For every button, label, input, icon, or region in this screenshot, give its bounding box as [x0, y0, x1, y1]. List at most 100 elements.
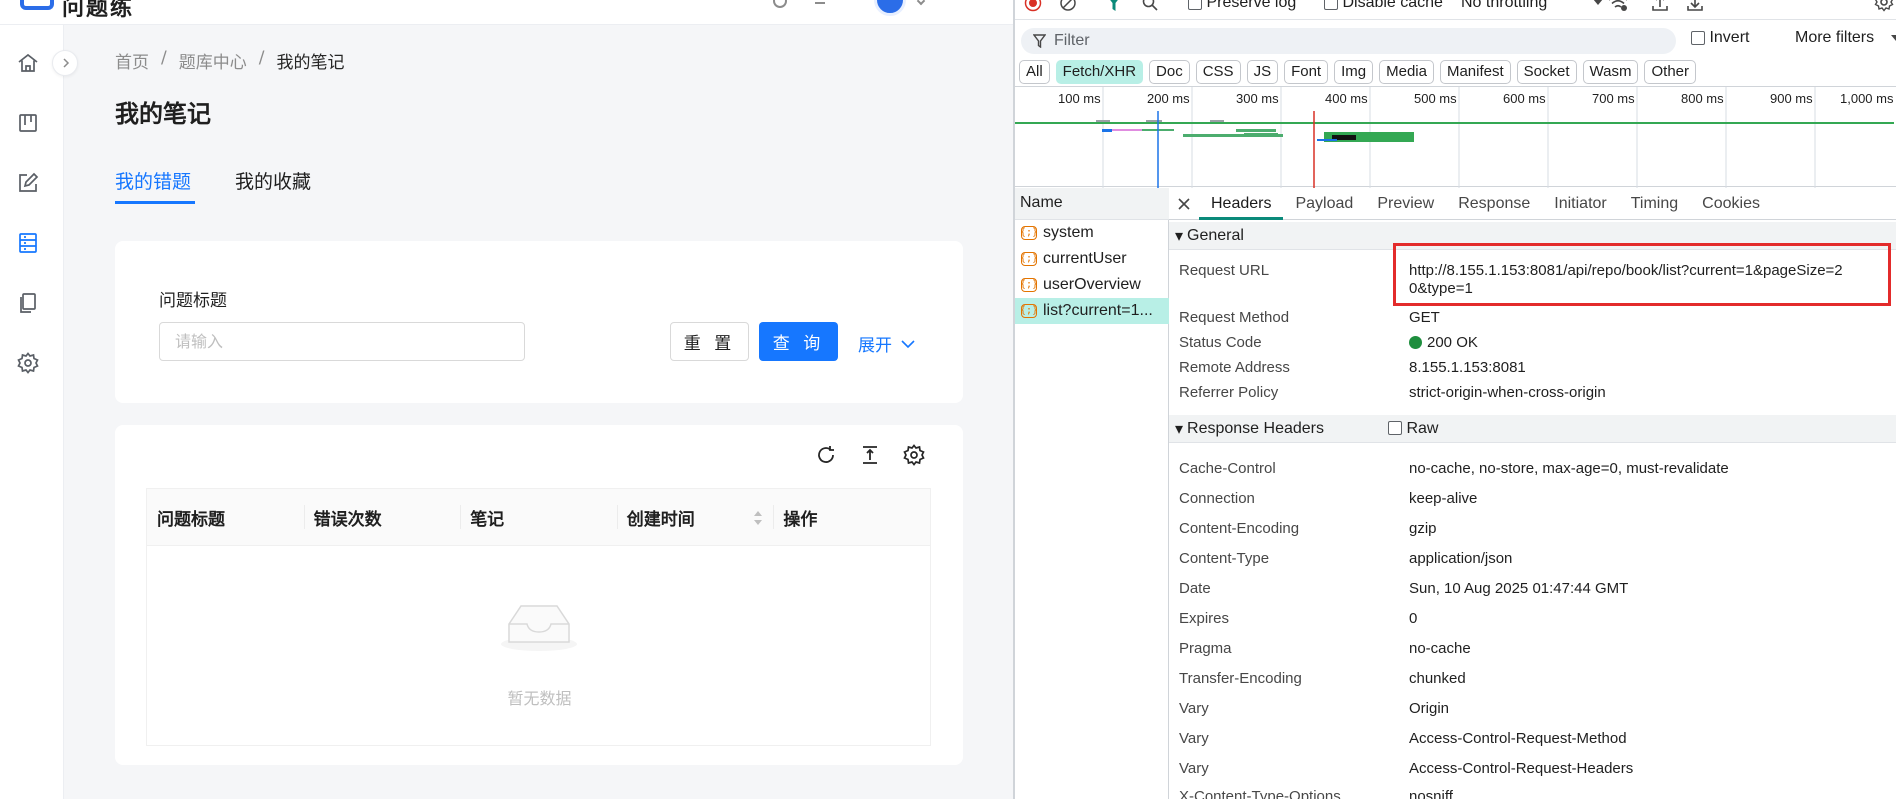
app-logo-icon[interactable] — [20, 0, 54, 10]
header-key: Date — [1179, 580, 1211, 597]
type-filter-js[interactable]: JS — [1246, 60, 1279, 84]
type-filter-css[interactable]: CSS — [1195, 60, 1241, 84]
throttling-select[interactable]: No throttling — [1461, 0, 1603, 12]
column-height-icon[interactable] — [858, 443, 882, 467]
header-value: keep-alive — [1409, 490, 1478, 507]
network-conditions-icon[interactable] — [1607, 0, 1629, 12]
board-icon[interactable] — [16, 111, 40, 135]
tab-preview[interactable]: Preview — [1365, 188, 1446, 220]
network-timeline-overview[interactable]: 100 ms 200 ms 300 ms 400 ms 500 ms 600 m… — [1014, 86, 1896, 188]
header-key: Referrer Policy — [1179, 384, 1279, 401]
table-body: 暂无数据 — [146, 546, 931, 746]
empty-inbox-icon — [499, 600, 579, 656]
expand-button[interactable]: 展开 — [858, 331, 916, 356]
invert-checkbox[interactable] — [1691, 30, 1705, 45]
timeline-tick: 400 ms — [1325, 91, 1368, 106]
tab-payload[interactable]: Payload — [1283, 188, 1365, 220]
raw-checkbox[interactable] — [1388, 421, 1402, 436]
type-filter-other[interactable]: Other — [1644, 60, 1696, 84]
search-card: 问题标题 重 置 查 询 展开 — [115, 241, 963, 403]
tab-timing[interactable]: Timing — [1619, 188, 1690, 220]
record-stop-icon[interactable] — [1024, 0, 1042, 12]
home-icon[interactable] — [16, 51, 40, 75]
reload-icon[interactable] — [814, 443, 838, 467]
request-name: system — [1043, 224, 1094, 241]
type-filter-manifest[interactable]: Manifest — [1439, 60, 1511, 84]
import-har-icon[interactable] — [1651, 0, 1669, 12]
filter-funnel-icon — [1033, 34, 1046, 48]
type-filter-wasm[interactable]: Wasm — [1582, 60, 1639, 84]
type-filter-doc[interactable]: Doc — [1149, 60, 1190, 84]
type-filter-media[interactable]: Media — [1379, 60, 1434, 84]
query-button[interactable]: 查 询 — [759, 322, 838, 361]
search-icon[interactable] — [1141, 0, 1159, 12]
column-header-sortable[interactable]: 创建时间 — [616, 489, 774, 545]
tab-headers[interactable]: Headers — [1199, 188, 1284, 220]
more-filters-button[interactable]: More filters — [1795, 29, 1896, 47]
header-value: Access-Control-Request-Method — [1409, 730, 1627, 747]
disable-cache-toggle[interactable]: Disable cache — [1324, 0, 1443, 12]
type-filter-img[interactable]: Img — [1334, 60, 1374, 84]
tab-cookies[interactable]: Cookies — [1690, 188, 1772, 220]
export-har-icon[interactable] — [1686, 0, 1704, 12]
avatar[interactable] — [874, 0, 906, 16]
tab-my-favorites[interactable]: 我的收藏 — [235, 167, 311, 194]
preserve-log-checkbox[interactable] — [1188, 0, 1202, 10]
request-detail: Headers Payload Preview Response Initiat… — [1169, 188, 1896, 799]
edit-icon[interactable] — [16, 171, 40, 195]
disable-cache-checkbox[interactable] — [1324, 0, 1338, 10]
disable-cache-label: Disable cache — [1342, 0, 1443, 11]
expand-label: 展开 — [858, 336, 892, 356]
request-row[interactable]: {;} system — [1014, 220, 1169, 246]
chevron-down-icon[interactable] — [916, 0, 926, 6]
header-key: Status Code — [1179, 334, 1262, 351]
filter-funnel-icon[interactable] — [1106, 0, 1122, 13]
request-row[interactable]: {;} currentUser — [1014, 246, 1169, 272]
tab-initiator[interactable]: Initiator — [1542, 188, 1618, 220]
type-filter-font[interactable]: Font — [1284, 60, 1329, 84]
header-key: X-Content-Type-Options — [1179, 788, 1341, 799]
name-column-header[interactable]: Name — [1014, 188, 1169, 220]
list-icon[interactable] — [16, 231, 40, 255]
status-ok-dot-icon — [1409, 336, 1422, 349]
header-key: Request Method — [1179, 309, 1290, 326]
preserve-log-toggle[interactable]: Preserve log — [1188, 0, 1296, 12]
request-row-selected[interactable]: {;} list?current=1... — [1014, 298, 1169, 324]
notification-icon[interactable] — [773, 0, 787, 8]
devtools-divider[interactable] — [1014, 0, 1015, 799]
close-icon[interactable] — [1177, 197, 1191, 211]
timeline-tick: 300 ms — [1236, 91, 1279, 106]
xhr-icon: {;} — [1019, 304, 1039, 318]
clear-icon[interactable] — [1059, 0, 1077, 12]
network-settings-icon[interactable] — [1874, 0, 1894, 12]
type-filter-socket[interactable]: Socket — [1516, 60, 1577, 84]
sidebar-collapse-button[interactable] — [52, 50, 78, 76]
message-icon[interactable] — [815, 0, 825, 4]
request-url-highlight-box — [1393, 243, 1891, 306]
table-settings-icon[interactable] — [902, 443, 926, 467]
preserve-log-label: Preserve log — [1206, 0, 1297, 11]
raw-toggle[interactable]: Raw — [1388, 420, 1438, 438]
tab-my-errors[interactable]: 我的错题 — [115, 167, 191, 194]
filter-input[interactable]: Filter — [1021, 28, 1676, 54]
timeline-tick: 700 ms — [1592, 91, 1635, 106]
header-value: nosniff — [1409, 788, 1453, 799]
copy-icon[interactable] — [16, 291, 40, 315]
type-filter-fetch-xhr[interactable]: Fetch/XHR — [1055, 60, 1144, 84]
settings-icon[interactable] — [16, 351, 40, 375]
sort-icon[interactable] — [753, 509, 763, 527]
invert-toggle[interactable]: Invert — [1691, 29, 1749, 47]
request-row[interactable]: {;} userOverview — [1014, 272, 1169, 298]
type-filter-all[interactable]: All — [1019, 60, 1050, 84]
response-headers-section-header[interactable]: ▾ Response Headers Raw — [1169, 415, 1896, 443]
tab-response[interactable]: Response — [1446, 188, 1542, 220]
question-title-input[interactable] — [159, 322, 525, 361]
breadcrumb-center[interactable]: 题库中心 — [179, 48, 247, 73]
header-key: Remote Address — [1179, 359, 1290, 376]
request-name: userOverview — [1043, 276, 1141, 293]
header-value: application/json — [1409, 550, 1513, 567]
reset-button[interactable]: 重 置 — [670, 322, 749, 361]
breadcrumb-home[interactable]: 首页 — [115, 48, 149, 73]
header-value: GET — [1409, 309, 1440, 326]
header-key: Vary — [1179, 700, 1209, 717]
